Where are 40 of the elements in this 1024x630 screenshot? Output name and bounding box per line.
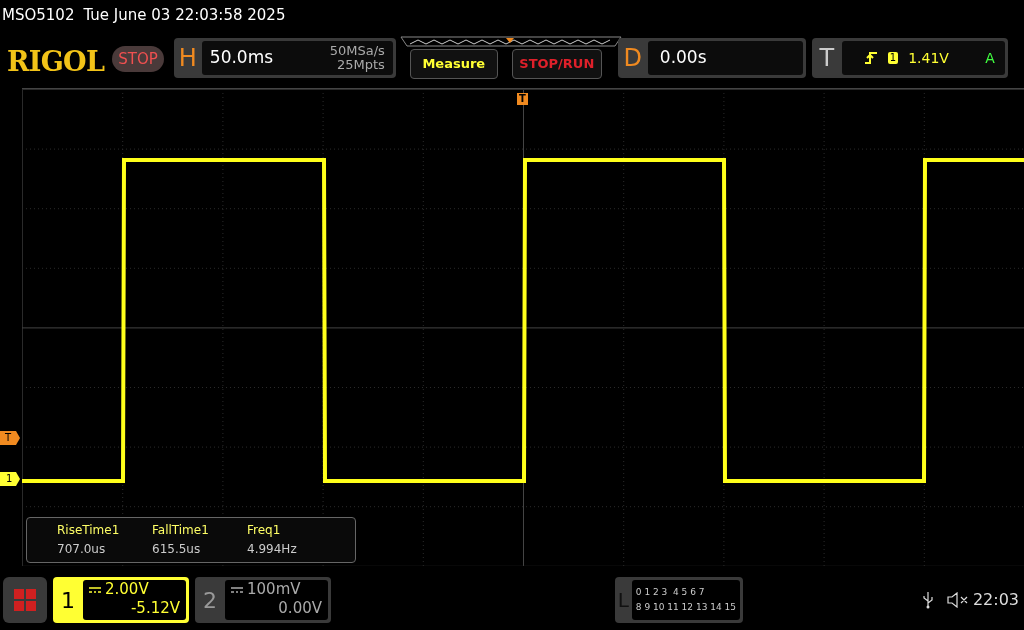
trigger-level-marker: T bbox=[0, 431, 20, 445]
logic-channel-numbers: 8 9 10 11 12 13 14 15 bbox=[635, 601, 736, 614]
speaker-muted-icon bbox=[946, 592, 969, 608]
measurement-name: RiseTime1 bbox=[57, 522, 121, 539]
measurement-value: 615.5us bbox=[152, 541, 202, 558]
memory-depth: 25Mpts bbox=[336, 58, 385, 72]
measurement-value: 707.0us bbox=[57, 541, 107, 558]
clock: 22:03 bbox=[972, 589, 1019, 611]
stop-run-button[interactable]: STOP/RUN bbox=[511, 49, 602, 79]
delay-panel[interactable]: D 0.00s bbox=[617, 38, 806, 78]
channel-panel[interactable]: 2 100mV 0.00V bbox=[195, 577, 331, 623]
channel-scale: 100mV bbox=[247, 580, 301, 599]
usb-icon bbox=[922, 591, 933, 609]
rising-edge-icon bbox=[863, 51, 878, 65]
trigger-panel[interactable]: T 1 1.41V A bbox=[811, 38, 1008, 78]
trigger-level: 1.41V bbox=[908, 48, 949, 68]
trigger-source-badge: 1 bbox=[887, 52, 899, 64]
measure-button[interactable]: Measure bbox=[409, 49, 498, 79]
sample-rate: 50MSa/s bbox=[329, 44, 385, 58]
timebase-value: 50.0ms bbox=[209, 46, 274, 70]
logic-channel-numbers: 0 1 2 3 4 5 6 7 bbox=[635, 586, 706, 599]
channel-offset: -5.12V bbox=[130, 599, 180, 618]
date-time: Tue June 03 22:03:58 2025 bbox=[83, 4, 286, 26]
horizontal-panel[interactable]: H 50.0ms 50MSa/s 25Mpts bbox=[173, 38, 396, 78]
measurement-value: 4.994Hz bbox=[247, 541, 298, 558]
trigger-position-marker: T bbox=[517, 93, 528, 105]
measurement-name: Freq1 bbox=[247, 522, 282, 539]
measurement-name: FallTime1 bbox=[152, 522, 210, 539]
dc-coupling-icon bbox=[231, 585, 243, 594]
model-name: MSO5102 bbox=[2, 4, 75, 26]
delay-value: 0.00s bbox=[659, 46, 707, 70]
grid-icon bbox=[14, 589, 36, 611]
channel-panel[interactable]: 1 2.00V -5.12V bbox=[53, 577, 189, 623]
channel-offset: 0.00V bbox=[278, 599, 322, 618]
channel-scale: 2.00V bbox=[105, 580, 149, 599]
dc-coupling-icon bbox=[89, 585, 101, 594]
logo: RIGOL bbox=[7, 45, 105, 79]
trigger-mode: A bbox=[985, 48, 995, 68]
channel-marker: 1 bbox=[0, 472, 20, 486]
menu-button[interactable] bbox=[3, 577, 47, 623]
